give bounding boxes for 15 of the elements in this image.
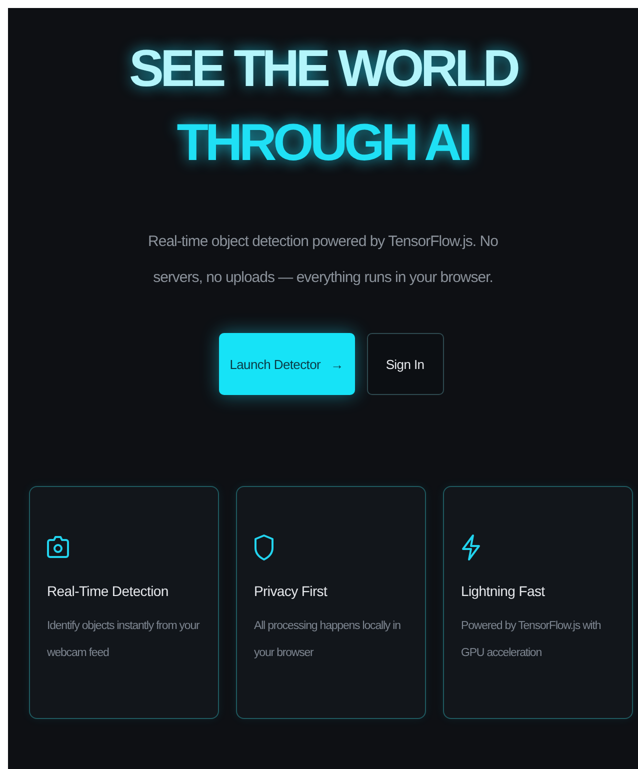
launch-button[interactable]: Launch Detector → (218, 333, 354, 395)
shield-icon (254, 534, 274, 560)
feature-description: All processing happens locally in your browser (254, 619, 402, 661)
camera-icon (47, 535, 69, 559)
arrow-icon: → (330, 356, 344, 372)
feature-title: Real-Time Detection (47, 583, 170, 599)
headline: SEE THE WORLD (129, 39, 517, 100)
feature-title: Lightning Fast (461, 583, 546, 599)
feature-description: Powered by TensorFlow.js with GPU acceleration (461, 619, 602, 661)
headline: THROUGH AI (176, 113, 470, 174)
sign-in-button[interactable]: Sign In (366, 333, 444, 395)
feature-title: Privacy First (254, 583, 328, 599)
feature-description: Identify objects instantly from your webcam feed (47, 619, 201, 661)
subtitle: Real-time object detection powered by TensorFlow.js. No servers, no uploads — everything runs in your browser. (147, 232, 499, 288)
lightning-icon (461, 534, 481, 560)
